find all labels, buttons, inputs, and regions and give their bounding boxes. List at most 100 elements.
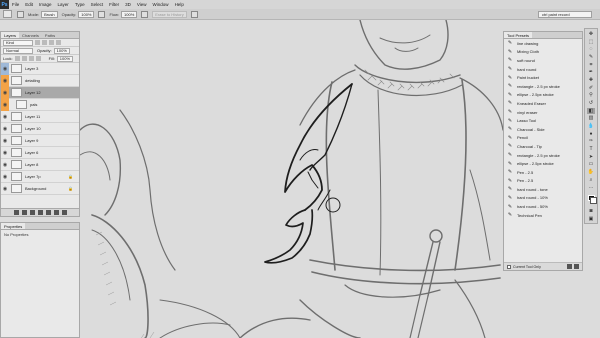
blend-mode-select[interactable]: Normal [3,47,33,54]
brush-tool-icon[interactable]: ✐ [587,85,595,91]
tab-layers[interactable]: Layers [1,32,20,38]
mode-select[interactable]: Brush [41,10,58,18]
preset-item[interactable]: ✎ Technical Pen [504,211,582,220]
preset-item[interactable]: ✎ Paint bucket [504,73,582,82]
background-color-swatch[interactable] [590,197,597,204]
eye-icon[interactable]: ◉ [1,111,9,123]
layer-row[interactable]: ◉ Background 🔒 [1,183,79,195]
lasso-tool-icon[interactable]: ◌ [587,46,595,52]
gradient-tool-icon[interactable]: ▥ [587,115,595,121]
filter-type-icon[interactable] [49,40,54,45]
preset-item[interactable]: ✎ Charcoal - Tip [504,142,582,151]
new-preset-icon[interactable] [567,264,572,269]
dodge-tool-icon[interactable]: ● [587,131,595,137]
lock-pixels-icon[interactable] [21,56,27,61]
preset-item[interactable]: ✎ soft round [504,56,582,65]
eye-icon[interactable]: ◉ [1,86,9,99]
eyedropper-icon[interactable]: ✒ [587,69,595,75]
tab-paths[interactable]: Paths [42,32,58,38]
menu-item-help[interactable]: Help [175,2,184,7]
preset-item[interactable]: ✎ hard round - tone [504,185,582,194]
quick-mask-icon[interactable]: ◙ [587,208,595,214]
tab-tool-presets[interactable]: Tool Presets [504,32,533,38]
lock-all-icon[interactable] [35,56,41,61]
menu-item-select[interactable]: Select [91,2,104,7]
preset-item[interactable]: ✎ Lasso Tool [504,116,582,125]
layer-filter-select[interactable]: Kind [3,39,33,46]
eye-icon[interactable]: ◉ [1,159,9,171]
filter-pixel-icon[interactable] [35,40,40,45]
eye-icon[interactable]: ◉ [1,147,9,159]
layer-row[interactable]: ◉ pals [1,98,79,111]
preset-item[interactable]: ✎ hard round - 50% [504,202,582,211]
zoom-tool-icon[interactable]: ⌕ [587,177,595,183]
shape-tool-icon[interactable]: ▭ [587,161,595,167]
preset-item[interactable]: ✎ line drawing [504,39,582,48]
preset-item[interactable]: ✎ Charcoal - Side [504,125,582,134]
eye-icon[interactable]: ◉ [1,98,9,111]
menu-item-file[interactable]: File [12,2,19,7]
eraser-tool-icon[interactable]: ◧ [587,107,595,114]
layer-row[interactable]: ◉ Layer 6 [1,147,79,159]
current-tool-only-checkbox[interactable] [507,264,511,269]
menu-item-layer[interactable]: Layer [58,2,69,7]
adjustment-layer-icon[interactable] [37,210,43,215]
menu-item-image[interactable]: Image [39,2,52,7]
preset-item[interactable]: ✎ ellipse - 2.5px stroke [504,91,582,100]
erase-to-history-button[interactable]: Erase to History [152,10,187,18]
preset-item[interactable]: ✎ vinyl eraser [504,108,582,117]
preset-item[interactable]: ✎ Pencil [504,134,582,143]
eye-icon[interactable]: ◉ [1,123,9,135]
preset-search-field[interactable]: ctrl paint record [538,11,592,18]
quick-select-icon[interactable]: ✎ [587,54,595,60]
tool-preset-picker[interactable] [3,10,12,18]
move-tool-icon[interactable]: ✥ [587,31,595,37]
menu-item-type[interactable]: Type [75,2,85,7]
lock-transparency-icon[interactable] [14,56,20,61]
flow-field[interactable]: 100% [121,10,138,18]
layer-row[interactable]: ◉ Layer 11 [1,111,79,123]
preset-item[interactable]: ✎ ellipse - 2.5px stroke [504,159,582,168]
eye-icon[interactable]: ◉ [1,62,9,75]
layer-mask-icon[interactable] [29,210,35,215]
airbrush-icon[interactable] [141,10,149,18]
preset-item[interactable]: ✎ Pen - 2.5 [504,168,582,177]
lock-position-icon[interactable] [28,56,34,61]
history-brush-icon[interactable]: ↺ [587,100,595,106]
type-tool-icon[interactable]: T [587,146,595,152]
trash-icon[interactable] [574,264,579,269]
tab-properties[interactable]: Properties [1,223,26,229]
filter-shape-icon[interactable] [56,40,61,45]
preset-item[interactable]: ✎ rectangle - 2.5 px stroke [504,151,582,160]
preset-item[interactable]: ✎ Mixing Cloth [504,48,582,57]
menu-item-window[interactable]: Window [153,2,169,7]
preset-item[interactable]: ✎ hard round - 10% [504,194,582,203]
crop-tool-icon[interactable]: ⌗ [587,62,595,68]
layer-row[interactable]: ◉ Layer 7p 🔒 [1,171,79,183]
menu-item-3d[interactable]: 3D [125,2,131,7]
brush-size-icon[interactable] [17,10,24,18]
eye-icon[interactable]: ◉ [1,74,9,87]
layer-style-icon[interactable] [21,210,27,215]
opacity-field[interactable]: 100% [78,10,95,18]
new-group-icon[interactable] [45,210,51,215]
hand-tool-icon[interactable]: ✋ [587,169,595,175]
link-layers-icon[interactable] [13,210,19,215]
layer-row[interactable]: ◉ Layer 12 [1,86,79,99]
eye-icon[interactable]: ◉ [1,171,9,183]
blur-tool-icon[interactable]: 💧 [587,123,595,129]
clone-stamp-icon[interactable]: ⚲ [587,92,595,98]
new-layer-icon[interactable] [53,210,59,215]
layer-row[interactable]: ◉ Layer 3 [1,62,79,75]
layer-row[interactable]: ◉ Layer 10 [1,123,79,135]
layer-row[interactable]: ◉ Layer 8 [1,159,79,171]
path-select-icon[interactable]: ➤ [587,154,595,160]
menu-item-filter[interactable]: Filter [109,2,119,7]
healing-brush-icon[interactable]: ✚ [587,77,595,83]
layer-opacity-field[interactable]: 100% [53,47,70,54]
pen-tool-icon[interactable]: ✑ [587,138,595,144]
preset-item[interactable]: ✎ Kneaded Eraser [504,99,582,108]
more-tools-icon[interactable]: … [587,184,595,190]
layer-fill-field[interactable]: 100% [56,55,73,62]
tab-channels[interactable]: Channels [19,32,42,38]
